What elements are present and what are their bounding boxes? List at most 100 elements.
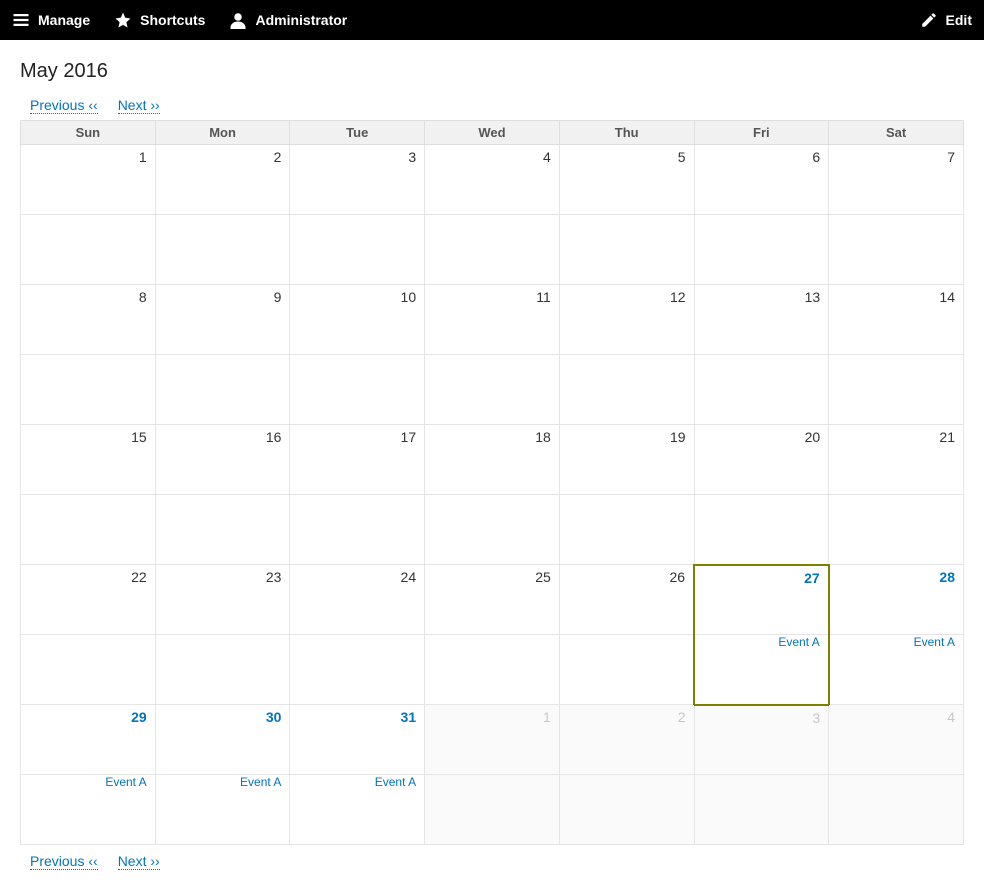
calendar-event[interactable]: Event A xyxy=(830,635,963,653)
day-cell: 16 xyxy=(155,425,290,495)
day-cell: 17 xyxy=(290,425,425,495)
day-cell: 11 xyxy=(425,285,560,355)
day-cell-body xyxy=(155,355,290,425)
day-number: 13 xyxy=(695,285,829,309)
day-cell[interactable]: 30 xyxy=(155,705,290,775)
user-icon xyxy=(229,11,247,29)
day-cell: 1 xyxy=(425,705,560,775)
day-number: 7 xyxy=(829,145,963,169)
admin-toolbar: Manage Shortcuts Administrator Edit xyxy=(0,0,984,40)
day-cell: 15 xyxy=(21,425,156,495)
day-cell-body: Event A xyxy=(155,775,290,845)
day-cell: 21 xyxy=(829,425,964,495)
day-cell: 19 xyxy=(559,425,694,495)
day-number: 1 xyxy=(425,705,559,729)
prev-link-bottom[interactable]: Previous ‹‹ xyxy=(30,853,98,870)
calendar-grid: SunMonTueWedThuFriSat 123456789101112131… xyxy=(20,120,964,845)
day-cell-body xyxy=(155,495,290,565)
pager-bottom: Previous ‹‹ Next ›› xyxy=(20,853,964,870)
day-cell-body xyxy=(425,635,560,705)
day-number[interactable]: 31 xyxy=(290,705,424,729)
calendar-event[interactable]: Event A xyxy=(695,635,828,653)
day-cell: 2 xyxy=(559,705,694,775)
day-number[interactable]: 29 xyxy=(21,705,155,729)
pager-top: Previous ‹‹ Next ›› xyxy=(20,97,964,114)
day-number: 6 xyxy=(695,145,829,169)
shortcuts-label: Shortcuts xyxy=(140,12,205,28)
day-number: 19 xyxy=(560,425,694,449)
manage-label: Manage xyxy=(38,12,90,28)
user-label: Administrator xyxy=(255,12,347,28)
day-cell-body xyxy=(155,215,290,285)
day-number: 23 xyxy=(156,565,290,589)
day-cell: 6 xyxy=(694,145,829,215)
day-header: Tue xyxy=(290,121,425,145)
day-cell-body xyxy=(829,355,964,425)
day-number: 11 xyxy=(425,285,559,309)
day-cell[interactable]: 27 xyxy=(694,565,829,635)
day-cell: 25 xyxy=(425,565,560,635)
day-number[interactable]: 27 xyxy=(695,566,828,590)
star-icon xyxy=(114,11,132,29)
day-number: 4 xyxy=(829,705,963,729)
day-cell-body xyxy=(559,495,694,565)
day-number: 17 xyxy=(290,425,424,449)
day-cell-body xyxy=(559,635,694,705)
day-number: 5 xyxy=(560,145,694,169)
day-number: 10 xyxy=(290,285,424,309)
day-cell: 5 xyxy=(559,145,694,215)
user-menu[interactable]: Administrator xyxy=(229,11,347,29)
day-cell: 14 xyxy=(829,285,964,355)
day-number: 15 xyxy=(21,425,155,449)
day-cell: 4 xyxy=(829,705,964,775)
day-cell: 8 xyxy=(21,285,156,355)
calendar-event[interactable]: Event A xyxy=(21,775,155,793)
day-cell: 1 xyxy=(21,145,156,215)
day-cell[interactable]: 29 xyxy=(21,705,156,775)
day-cell-body xyxy=(559,775,694,845)
edit-label: Edit xyxy=(946,12,972,28)
day-cell-body xyxy=(155,635,290,705)
day-header: Sun xyxy=(21,121,156,145)
day-header: Wed xyxy=(425,121,560,145)
day-cell-body xyxy=(21,215,156,285)
day-cell-body xyxy=(290,635,425,705)
day-cell[interactable]: 31 xyxy=(290,705,425,775)
day-cell: 23 xyxy=(155,565,290,635)
day-cell-body: Event A xyxy=(21,775,156,845)
day-number: 2 xyxy=(560,705,694,729)
day-number[interactable]: 28 xyxy=(830,565,963,589)
day-cell: 24 xyxy=(290,565,425,635)
day-cell: 3 xyxy=(290,145,425,215)
day-cell-body xyxy=(829,215,964,285)
day-number: 9 xyxy=(156,285,290,309)
day-cell-body: Event A xyxy=(694,635,829,705)
day-cell-body xyxy=(290,215,425,285)
day-cell-body xyxy=(829,775,964,845)
day-cell-body: Event A xyxy=(290,775,425,845)
prev-link[interactable]: Previous ‹‹ xyxy=(30,97,98,114)
day-cell: 13 xyxy=(694,285,829,355)
shortcuts-menu[interactable]: Shortcuts xyxy=(114,11,205,29)
month-title: May 2016 xyxy=(20,60,964,83)
day-cell-body xyxy=(694,215,829,285)
day-number: 1 xyxy=(21,145,155,169)
manage-menu[interactable]: Manage xyxy=(12,11,90,29)
day-cell-body xyxy=(425,215,560,285)
day-number: 14 xyxy=(829,285,963,309)
next-link-bottom[interactable]: Next ›› xyxy=(118,853,160,870)
day-number: 4 xyxy=(425,145,559,169)
day-cell-body xyxy=(290,495,425,565)
day-number: 3 xyxy=(695,706,829,730)
day-number[interactable]: 30 xyxy=(156,705,290,729)
day-number: 2 xyxy=(156,145,290,169)
day-cell-body xyxy=(694,355,829,425)
next-link[interactable]: Next ›› xyxy=(118,97,160,114)
calendar-event[interactable]: Event A xyxy=(156,775,290,793)
day-cell[interactable]: 28 xyxy=(829,565,964,635)
day-cell-body xyxy=(829,495,964,565)
day-number: 25 xyxy=(425,565,559,589)
edit-button[interactable]: Edit xyxy=(920,11,972,29)
day-cell: 3 xyxy=(694,705,829,775)
calendar-event[interactable]: Event A xyxy=(290,775,424,793)
